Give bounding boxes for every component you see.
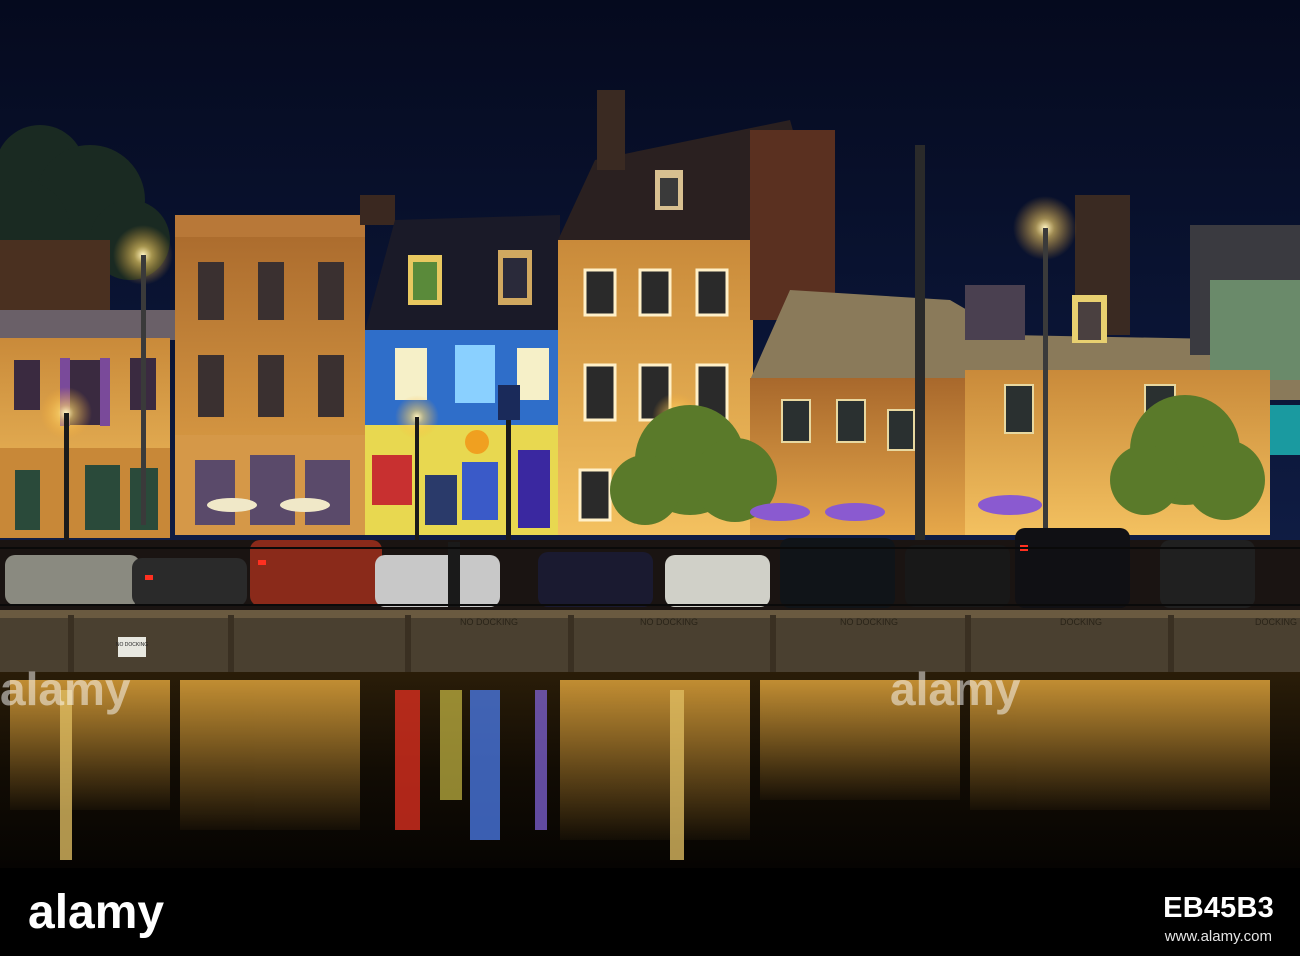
wall-text: NO DOCKING <box>460 617 518 627</box>
site-url: www.alamy.com <box>1164 928 1272 945</box>
wall-text: NO DOCKING <box>640 617 698 627</box>
svg-text:alamy: alamy <box>890 663 1021 715</box>
footer-bar: alamy EB45B3 www.alamy.com <box>0 868 1300 956</box>
alamy-logo-text: alamy <box>28 886 164 939</box>
alamy-logo: alamy <box>28 886 164 939</box>
image-id: EB45B3 <box>1163 892 1274 924</box>
photograph: NO DOCKING NO DOCKING NO DOCKING NO DOCK… <box>0 0 1300 868</box>
building-far-left <box>0 240 110 320</box>
parked-cars <box>0 528 1300 610</box>
wall-text: DOCKING <box>1255 617 1297 627</box>
no-docking-sign-text: NO DOCKING <box>116 642 148 648</box>
wall-text: DOCKING <box>1060 617 1102 627</box>
svg-text:alamy: alamy <box>0 663 131 715</box>
wall-text: NO DOCKING <box>840 617 898 627</box>
